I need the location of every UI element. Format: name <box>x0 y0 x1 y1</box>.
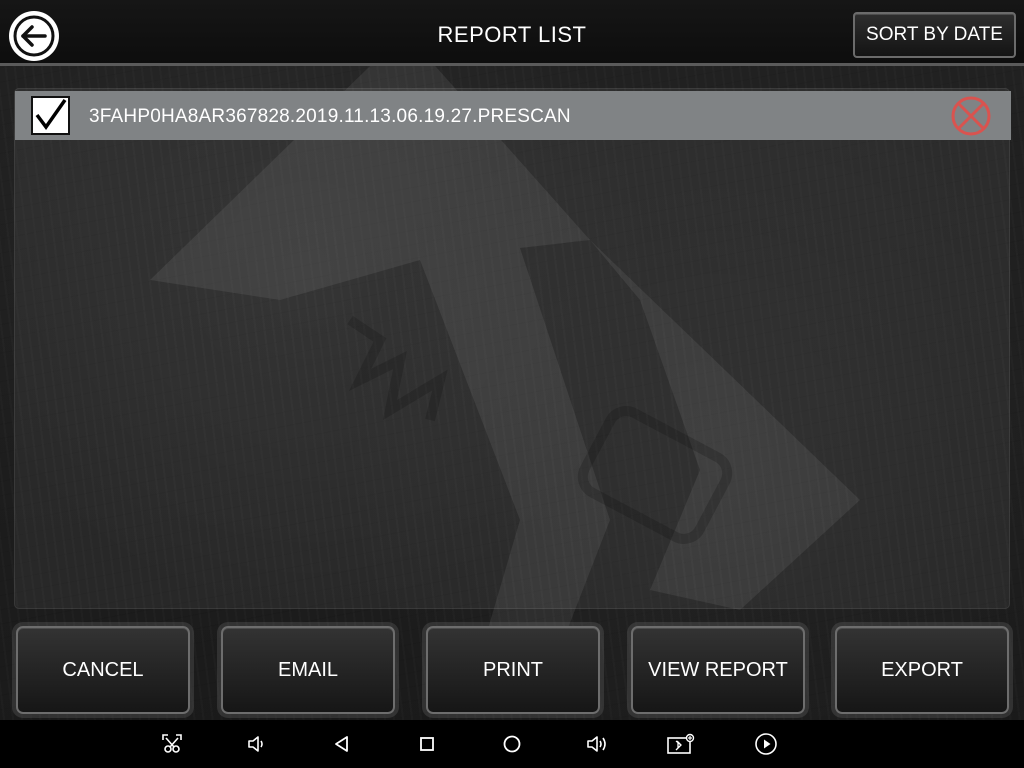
report-list[interactable]: 3FAHP0HA8AR367828.2019.11.13.06.19.27.PR… <box>14 88 1011 609</box>
cancel-button[interactable]: CANCEL <box>16 626 190 714</box>
volume-down-icon[interactable] <box>245 732 269 756</box>
recents-square-icon[interactable] <box>415 732 439 756</box>
delete-circle-x-icon[interactable] <box>949 94 993 138</box>
back-triangle-icon[interactable] <box>330 732 354 756</box>
back-button[interactable] <box>9 11 59 61</box>
back-arrow-icon <box>13 15 55 57</box>
report-list-item[interactable]: 3FAHP0HA8AR367828.2019.11.13.06.19.27.PR… <box>15 91 1011 140</box>
header-bar: REPORT LIST SORT BY DATE <box>0 0 1024 66</box>
system-navigation-bar <box>0 720 1024 768</box>
report-checkbox[interactable] <box>31 96 70 135</box>
volume-up-icon[interactable] <box>585 732 609 756</box>
page-title: REPORT LIST <box>437 22 587 47</box>
print-button[interactable]: PRINT <box>426 626 600 714</box>
view-report-button[interactable]: VIEW REPORT <box>631 626 805 714</box>
email-button[interactable]: EMAIL <box>221 626 395 714</box>
report-name: 3FAHP0HA8AR367828.2019.11.13.06.19.27.PR… <box>89 106 571 127</box>
screenshot-icon[interactable] <box>160 732 184 756</box>
bluetooth-settings-icon[interactable] <box>666 732 696 756</box>
sort-by-date-button[interactable]: SORT BY DATE <box>853 12 1016 58</box>
checkmark-icon <box>35 98 67 130</box>
export-button[interactable]: EXPORT <box>835 626 1009 714</box>
play-icon[interactable] <box>754 732 778 756</box>
action-bar: CANCEL EMAIL PRINT VIEW REPORT EXPORT <box>0 626 1024 716</box>
home-circle-icon[interactable] <box>500 732 524 756</box>
